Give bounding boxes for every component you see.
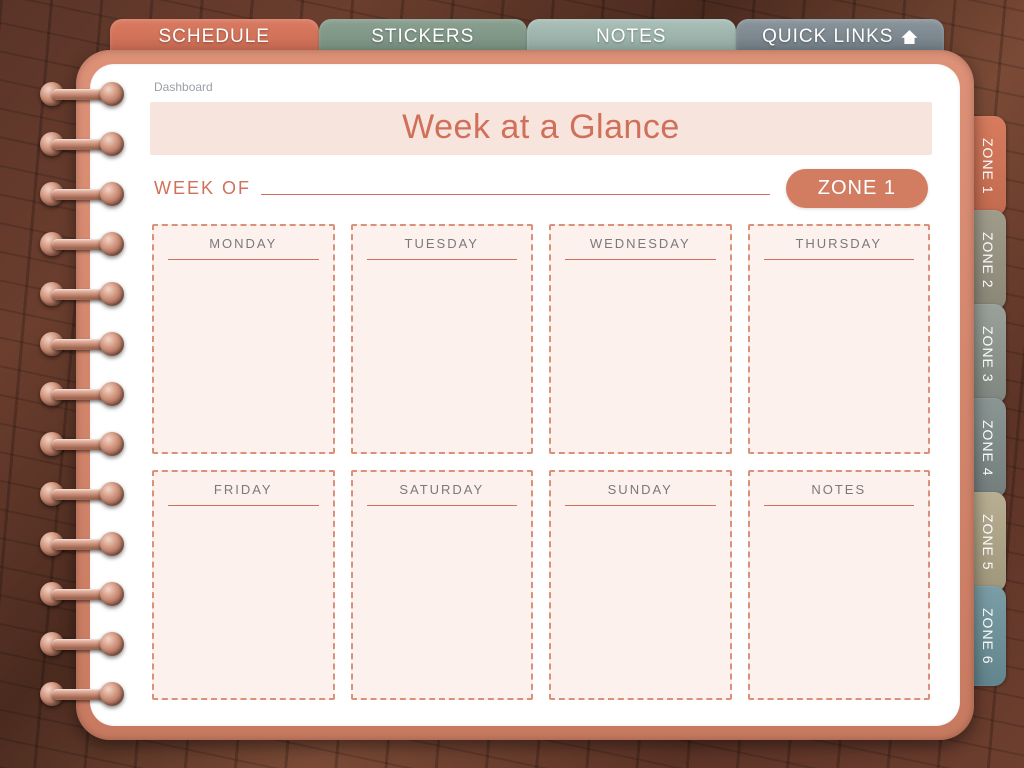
cell-monday[interactable]: MONDAY [152,224,335,454]
side-tab-zone-5[interactable]: ZONE 5 [970,492,1006,592]
side-tabs: ZONE 1 ZONE 2 ZONE 3 ZONE 4 ZONE 5 ZONE … [970,116,1006,680]
cell-saturday[interactable]: SATURDAY [351,470,534,700]
cell-body-saturday[interactable] [367,506,518,688]
cell-body-notes[interactable] [764,506,915,688]
cell-header-saturday: SATURDAY [367,482,518,506]
week-of-field[interactable]: WEEK OF [154,178,770,199]
cell-header-wednesday: WEDNESDAY [565,236,716,260]
week-header-row: WEEK OF ZONE 1 [154,169,928,208]
cell-header-sunday: SUNDAY [565,482,716,506]
cell-thursday[interactable]: THURSDAY [748,224,931,454]
week-of-label: WEEK OF [154,178,251,199]
cell-body-tuesday[interactable] [367,260,518,442]
cell-friday[interactable]: FRIDAY [152,470,335,700]
home-icon [901,30,917,44]
cell-header-notes: NOTES [764,482,915,506]
zone-badge[interactable]: ZONE 1 [786,169,928,208]
cell-body-sunday[interactable] [565,506,716,688]
cell-body-thursday[interactable] [764,260,915,442]
cell-tuesday[interactable]: TUESDAY [351,224,534,454]
week-grid: MONDAY TUESDAY WEDNESDAY THURSDAY FRIDAY… [152,224,930,700]
planner-page: Dashboard Week at a Glance WEEK OF ZONE … [90,64,960,726]
side-tab-zone-4[interactable]: ZONE 4 [970,398,1006,498]
tab-quick-links-label: QUICK LINKS [762,26,893,48]
cell-wednesday[interactable]: WEDNESDAY [549,224,732,454]
side-tab-zone-2[interactable]: ZONE 2 [970,210,1006,310]
cell-body-friday[interactable] [168,506,319,688]
cell-header-thursday: THURSDAY [764,236,915,260]
cell-header-tuesday: TUESDAY [367,236,518,260]
side-tab-zone-3[interactable]: ZONE 3 [970,304,1006,404]
cell-header-friday: FRIDAY [168,482,319,506]
breadcrumb[interactable]: Dashboard [154,80,932,94]
page-title: Week at a Glance [150,102,932,155]
cell-body-monday[interactable] [168,260,319,442]
cell-notes[interactable]: NOTES [748,470,931,700]
cell-body-wednesday[interactable] [565,260,716,442]
side-tab-zone-6[interactable]: ZONE 6 [970,586,1006,686]
side-tab-zone-1[interactable]: ZONE 1 [970,116,1006,216]
cell-header-monday: MONDAY [168,236,319,260]
week-of-underline [261,194,770,195]
planner: Dashboard Week at a Glance WEEK OF ZONE … [76,50,974,740]
cell-sunday[interactable]: SUNDAY [549,470,732,700]
